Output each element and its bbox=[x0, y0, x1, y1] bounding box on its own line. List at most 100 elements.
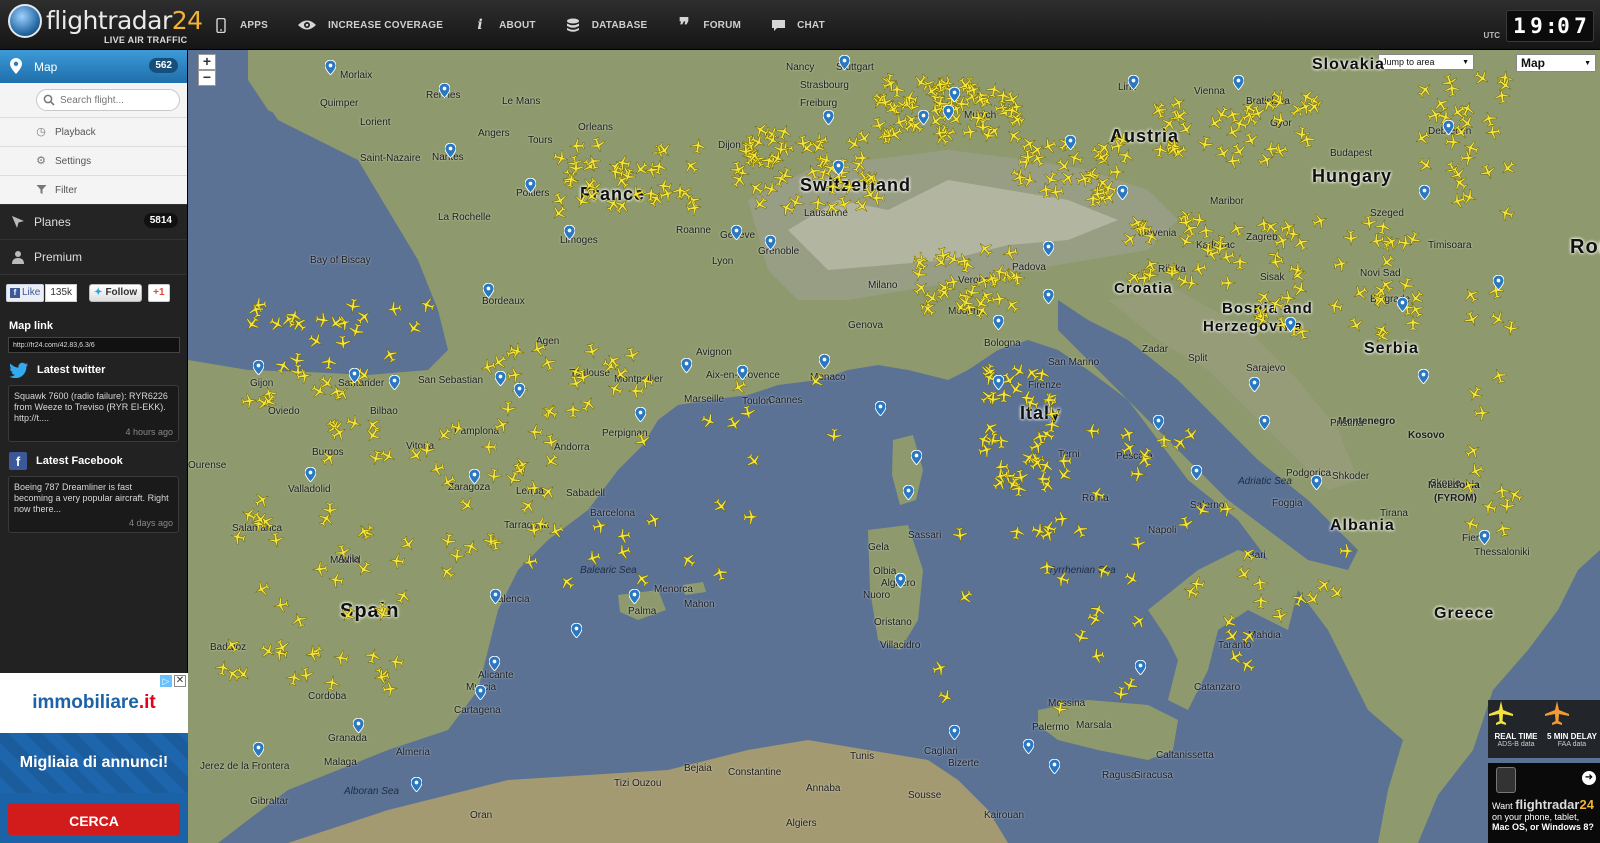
aircraft-icon[interactable] bbox=[743, 508, 760, 525]
aircraft-icon[interactable] bbox=[1018, 389, 1036, 407]
nav-forum[interactable]: ❞ FORUM bbox=[675, 15, 741, 37]
airport-pin-icon[interactable] bbox=[1479, 530, 1490, 545]
aircraft-icon[interactable] bbox=[1188, 576, 1206, 594]
aircraft-icon[interactable] bbox=[331, 649, 349, 667]
aircraft-icon[interactable] bbox=[825, 178, 842, 195]
aircraft-icon[interactable] bbox=[1218, 501, 1235, 518]
airport-pin-icon[interactable] bbox=[819, 354, 830, 369]
airport-pin-icon[interactable] bbox=[949, 725, 960, 740]
sidebar-item-planes[interactable]: Planes 5814 bbox=[0, 204, 187, 239]
aircraft-icon[interactable] bbox=[1109, 164, 1125, 180]
aircraft-icon[interactable] bbox=[387, 653, 405, 671]
airport-pin-icon[interactable] bbox=[629, 589, 640, 604]
airport-pin-icon[interactable] bbox=[1043, 241, 1054, 256]
aircraft-icon[interactable] bbox=[990, 290, 1008, 308]
aircraft-icon[interactable] bbox=[1297, 130, 1316, 149]
aircraft-icon[interactable] bbox=[1266, 252, 1285, 271]
aircraft-icon[interactable] bbox=[1134, 218, 1153, 237]
airport-pin-icon[interactable] bbox=[1128, 75, 1139, 90]
aircraft-icon[interactable] bbox=[1083, 423, 1100, 440]
aircraft-icon[interactable] bbox=[1263, 140, 1280, 157]
airport-pin-icon[interactable] bbox=[349, 368, 360, 383]
airport-pin-icon[interactable] bbox=[564, 225, 575, 240]
aircraft-icon[interactable] bbox=[869, 190, 885, 206]
airport-pin-icon[interactable] bbox=[1135, 660, 1146, 675]
facebook-feed-box[interactable]: Boeing 787 Dreamliner is fast becoming a… bbox=[8, 476, 179, 533]
aircraft-icon[interactable] bbox=[689, 137, 707, 155]
airport-pin-icon[interactable] bbox=[1065, 135, 1076, 150]
aircraft-icon[interactable] bbox=[228, 527, 247, 546]
airport-pin-icon[interactable] bbox=[681, 358, 692, 373]
aircraft-icon[interactable] bbox=[1232, 253, 1248, 270]
zoom-out-button[interactable]: − bbox=[198, 70, 216, 86]
aircraft-icon[interactable] bbox=[541, 432, 560, 451]
google-plus-button[interactable]: +1 bbox=[148, 283, 170, 302]
sidebar-item-map[interactable]: Map 562 bbox=[0, 50, 187, 83]
aircraft-icon[interactable] bbox=[1405, 315, 1421, 331]
nav-database[interactable]: DATABASE bbox=[564, 17, 648, 33]
aircraft-icon[interactable] bbox=[1046, 183, 1064, 201]
airport-pin-icon[interactable] bbox=[490, 589, 501, 604]
aircraft-icon[interactable] bbox=[1499, 497, 1516, 514]
aircraft-icon[interactable] bbox=[809, 194, 827, 212]
aircraft-icon[interactable] bbox=[1043, 417, 1061, 435]
airport-pin-icon[interactable] bbox=[1043, 289, 1054, 304]
aircraft-icon[interactable] bbox=[1197, 222, 1215, 240]
aircraft-icon[interactable] bbox=[1443, 80, 1460, 98]
nav-increase-coverage[interactable]: INCREASE COVERAGE bbox=[296, 17, 443, 33]
legend-delay[interactable]: 5 MIN DELAY FAA data bbox=[1544, 700, 1600, 758]
airport-pin-icon[interactable] bbox=[993, 315, 1004, 330]
airport-pin-icon[interactable] bbox=[918, 110, 929, 125]
airport-pin-icon[interactable] bbox=[949, 87, 960, 102]
logo[interactable]: flightradar24 LIVE AIR TRAFFIC bbox=[8, 4, 203, 46]
aircraft-icon[interactable] bbox=[267, 531, 285, 549]
nav-apps[interactable]: APPS bbox=[212, 17, 268, 33]
nav-chat[interactable]: CHAT bbox=[769, 17, 825, 33]
airport-pin-icon[interactable] bbox=[1285, 317, 1296, 332]
aircraft-icon[interactable] bbox=[568, 159, 584, 176]
aircraft-icon[interactable] bbox=[951, 526, 968, 543]
airport-pin-icon[interactable] bbox=[1419, 185, 1430, 200]
aircraft-icon[interactable] bbox=[1010, 169, 1028, 187]
aircraft-icon[interactable] bbox=[372, 667, 391, 686]
airport-pin-icon[interactable] bbox=[1493, 275, 1504, 290]
aircraft-icon[interactable] bbox=[984, 391, 1001, 408]
sidebar-item-premium[interactable]: Premium bbox=[0, 239, 187, 274]
aircraft-icon[interactable] bbox=[284, 669, 303, 688]
airport-pin-icon[interactable] bbox=[1049, 759, 1060, 774]
aircraft-icon[interactable] bbox=[481, 439, 497, 455]
aircraft-icon[interactable] bbox=[1493, 87, 1511, 105]
airport-pin-icon[interactable] bbox=[903, 485, 914, 500]
airport-pin-icon[interactable] bbox=[495, 371, 506, 386]
airport-pin-icon[interactable] bbox=[445, 143, 456, 158]
aircraft-icon[interactable] bbox=[568, 138, 585, 155]
twitter-feed-box[interactable]: Squawk 7600 (radio failure): RYR6226 fro… bbox=[8, 385, 179, 442]
facebook-like-button[interactable]: f Like bbox=[6, 283, 45, 302]
airport-pin-icon[interactable] bbox=[1418, 369, 1429, 384]
aircraft-icon[interactable] bbox=[385, 300, 404, 319]
aircraft-icon[interactable] bbox=[295, 367, 313, 385]
aircraft-icon[interactable] bbox=[955, 252, 973, 270]
aircraft-icon[interactable] bbox=[389, 552, 407, 570]
aircraft-icon[interactable] bbox=[1151, 141, 1169, 159]
submenu-settings[interactable]: ⚙ Settings bbox=[0, 146, 187, 175]
airport-pin-icon[interactable] bbox=[411, 777, 422, 792]
aircraft-icon[interactable] bbox=[483, 532, 500, 550]
aircraft-icon[interactable] bbox=[826, 428, 843, 445]
airport-pin-icon[interactable] bbox=[1191, 465, 1202, 480]
aircraft-icon[interactable] bbox=[1050, 700, 1069, 719]
aircraft-icon[interactable] bbox=[1129, 535, 1147, 553]
arrow-right-icon[interactable]: ➜ bbox=[1582, 771, 1596, 785]
airport-pin-icon[interactable] bbox=[1311, 475, 1322, 490]
aircraft-icon[interactable] bbox=[311, 560, 329, 578]
submenu-filter[interactable]: Filter bbox=[0, 175, 187, 204]
aircraft-icon[interactable] bbox=[1008, 523, 1027, 542]
aircraft-icon[interactable] bbox=[1502, 319, 1520, 337]
airport-pin-icon[interactable] bbox=[823, 110, 834, 125]
aircraft-icon[interactable] bbox=[931, 124, 950, 143]
airport-pin-icon[interactable] bbox=[1117, 185, 1128, 200]
airport-pin-icon[interactable] bbox=[895, 573, 906, 588]
aircraft-icon[interactable] bbox=[1038, 559, 1055, 576]
aircraft-icon[interactable] bbox=[327, 570, 346, 589]
apps-promo[interactable]: ➜ Want flightradar24 on your phone, tabl… bbox=[1488, 763, 1600, 843]
